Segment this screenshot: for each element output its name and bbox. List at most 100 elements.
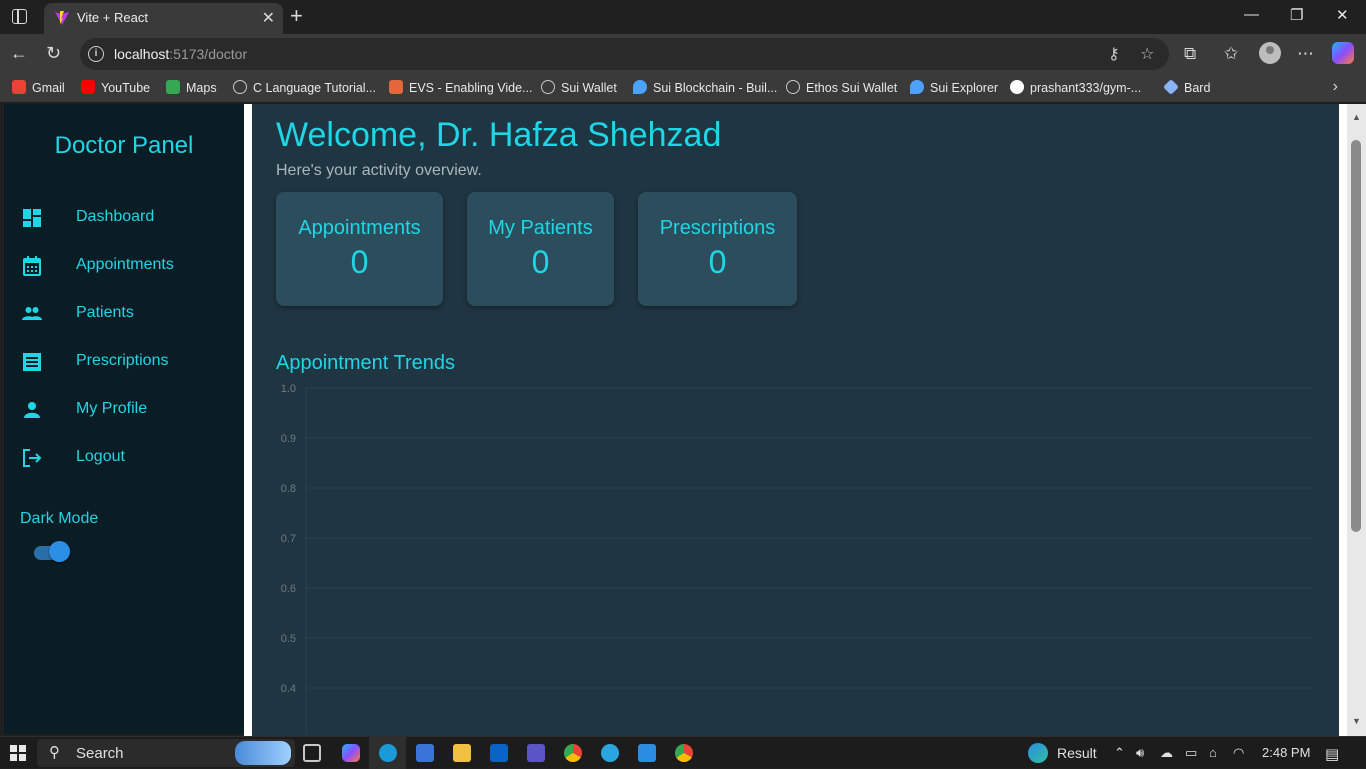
clock-time[interactable]: 2:48 PM xyxy=(1262,745,1310,760)
tab-title: Vite + React xyxy=(77,10,148,25)
url-bar[interactable]: i localhost:5173/doctor ⚷ ☆ xyxy=(80,38,1169,70)
copilot-taskbar-icon[interactable] xyxy=(342,744,360,762)
copilot-icon[interactable] xyxy=(1332,42,1354,64)
bookmark-maps[interactable]: Maps xyxy=(166,80,217,95)
minimize-icon[interactable]: — xyxy=(1244,6,1259,23)
edge-icon[interactable] xyxy=(379,744,397,762)
stat-card-label: Prescriptions xyxy=(659,217,776,239)
notifications-icon[interactable]: ▤ xyxy=(1325,745,1339,763)
file-explorer-icon[interactable] xyxy=(453,744,471,762)
windows-start-icon[interactable] xyxy=(10,745,26,761)
sidebar-item-logout[interactable]: Logout xyxy=(4,438,244,478)
weather-result-icon[interactable] xyxy=(1028,743,1048,763)
visual-studio-icon[interactable] xyxy=(527,744,545,762)
bookmark-ethos[interactable]: Ethos Sui Wallet xyxy=(786,80,897,95)
scroll-up-icon[interactable]: ▲ xyxy=(1352,112,1361,122)
favorite-star-icon[interactable]: ☆ xyxy=(1140,44,1154,64)
chrome-profile-icon[interactable] xyxy=(675,744,693,762)
profile-avatar[interactable] xyxy=(1259,42,1281,64)
chrome-icon[interactable] xyxy=(564,744,582,762)
list-icon xyxy=(23,353,41,371)
volume-icon[interactable]: 🔊︎ xyxy=(1136,745,1144,761)
back-icon[interactable]: ← xyxy=(10,43,28,64)
new-tab-icon[interactable]: + xyxy=(290,3,303,29)
outlook-icon[interactable] xyxy=(490,744,508,762)
network-icon[interactable]: ⌂ xyxy=(1209,745,1217,760)
sidebar-item-dashboard[interactable]: Dashboard xyxy=(4,198,244,238)
site-info-icon[interactable]: i xyxy=(88,46,104,62)
person-icon xyxy=(24,402,40,418)
bookmark-youtube[interactable]: YouTube xyxy=(81,80,150,95)
sidebar-item-appointments[interactable]: Appointments xyxy=(4,246,244,286)
c-app-icon[interactable] xyxy=(601,744,619,762)
restore-icon[interactable]: ❐ xyxy=(1290,6,1303,24)
bookmark-sui-blockchain[interactable]: Sui Blockchain - Buil... xyxy=(633,80,777,95)
store-icon[interactable] xyxy=(416,744,434,762)
onedrive-cloud-icon[interactable]: ☁ xyxy=(1160,745,1173,761)
vscode-icon[interactable] xyxy=(638,744,656,762)
sidebar-item-label: Patients xyxy=(76,304,134,321)
scrollbar-thumb[interactable] xyxy=(1351,140,1361,532)
youtube-icon xyxy=(81,80,95,94)
browser-tab[interactable]: Vite + React ✕ xyxy=(44,3,283,34)
bookmark-c-language[interactable]: C Language Tutorial... xyxy=(233,80,376,95)
bard-sparkle-icon xyxy=(1163,79,1179,95)
appointment-trends-chart: 1.0 0.9 0.8 0.7 0.6 0.5 0.4 0.3 xyxy=(281,383,1312,734)
maps-icon xyxy=(166,80,180,94)
taskbar-search[interactable]: ⚲ Search xyxy=(37,739,295,767)
wifi-icon[interactable]: ◠ xyxy=(1233,745,1244,761)
sidebar-item-patients[interactable]: Patients xyxy=(4,294,244,334)
gmail-icon xyxy=(12,80,26,94)
stat-card-label: My Patients xyxy=(488,217,593,239)
page-subtitle: Here's your activity overview. xyxy=(276,162,482,179)
key-icon[interactable]: ⚷ xyxy=(1108,44,1120,64)
dark-mode-label: Dark Mode xyxy=(20,510,99,527)
chart-title: Appointment Trends xyxy=(276,352,455,374)
dashboard-icon xyxy=(23,209,41,227)
divider xyxy=(244,104,252,736)
tray-chevron-up-icon[interactable]: ⌃ xyxy=(1114,745,1125,761)
tray-result-label[interactable]: Result xyxy=(1057,745,1097,761)
battery-icon[interactable]: ▭ xyxy=(1185,745,1197,761)
address-toolbar: ← ↻ i localhost:5173/doctor ⚷ ☆ ⧉ ✩ ⋯ xyxy=(0,34,1366,74)
evs-icon xyxy=(389,80,403,94)
stat-card-label: Appointments xyxy=(298,217,421,239)
extensions-icon[interactable]: ⧉ xyxy=(1184,44,1196,64)
task-view-icon[interactable] xyxy=(303,744,321,762)
chart-y-tick-label: 0.5 xyxy=(281,633,296,645)
search-highlight-icon xyxy=(235,741,291,765)
bookmark-bard[interactable]: Bard xyxy=(1163,79,1210,95)
sidebar-item-label: Prescriptions xyxy=(76,352,169,369)
sidebar-item-my-profile[interactable]: My Profile xyxy=(4,390,244,430)
bookmark-github[interactable]: prashant333/gym-... xyxy=(1010,80,1141,95)
bookmark-gmail[interactable]: Gmail xyxy=(12,80,65,95)
bookmark-sui-wallet[interactable]: Sui Wallet xyxy=(541,80,617,95)
page-viewport: Doctor Panel Dashboard Appointments Pati… xyxy=(0,102,1366,736)
chart-y-tick-label: 0.3 xyxy=(281,733,296,734)
sui-drop-icon xyxy=(633,80,647,94)
bookmarks-bar: Gmail YouTube Maps C Language Tutorial..… xyxy=(0,74,1366,102)
bookmark-evs[interactable]: EVS - Enabling Vide... xyxy=(389,80,532,95)
close-window-icon[interactable]: ✕ xyxy=(1336,6,1349,24)
globe-icon xyxy=(233,80,247,94)
page-scrollbar[interactable]: ▲ ▼ xyxy=(1347,104,1366,736)
chart-y-tick-label: 0.8 xyxy=(281,483,296,495)
sidebar-item-label: My Profile xyxy=(76,400,148,417)
dark-mode-toggle-thumb[interactable] xyxy=(49,541,70,562)
scroll-down-icon[interactable]: ▼ xyxy=(1352,716,1361,726)
tab-close-icon[interactable]: ✕ xyxy=(262,8,275,28)
url-text[interactable]: localhost:5173/doctor xyxy=(114,46,247,62)
sidebar-item-prescriptions[interactable]: Prescriptions xyxy=(4,342,244,382)
browser-tab-bar: Vite + React ✕ + — ❐ ✕ xyxy=(0,0,1366,34)
main-content: Welcome, Dr. Hafza Shehzad Here's your a… xyxy=(252,104,1339,736)
refresh-icon[interactable]: ↻ xyxy=(46,43,61,64)
right-border xyxy=(1339,104,1347,736)
more-menu-icon[interactable]: ⋯ xyxy=(1297,44,1314,64)
chevron-right-icon[interactable]: › xyxy=(1333,78,1338,96)
favorites-icon[interactable]: ✩ xyxy=(1224,44,1238,64)
taskbar: ⚲ Search Result ⌃ 🔊︎ ☁ ▭ ⌂ ◠ 2:48 PM ▤ xyxy=(0,736,1366,769)
bookmark-sui-explorer[interactable]: Sui Explorer xyxy=(910,80,998,95)
tab-actions-icon[interactable] xyxy=(12,9,27,24)
stat-card-value: 0 xyxy=(531,244,550,280)
globe-icon xyxy=(786,80,800,94)
